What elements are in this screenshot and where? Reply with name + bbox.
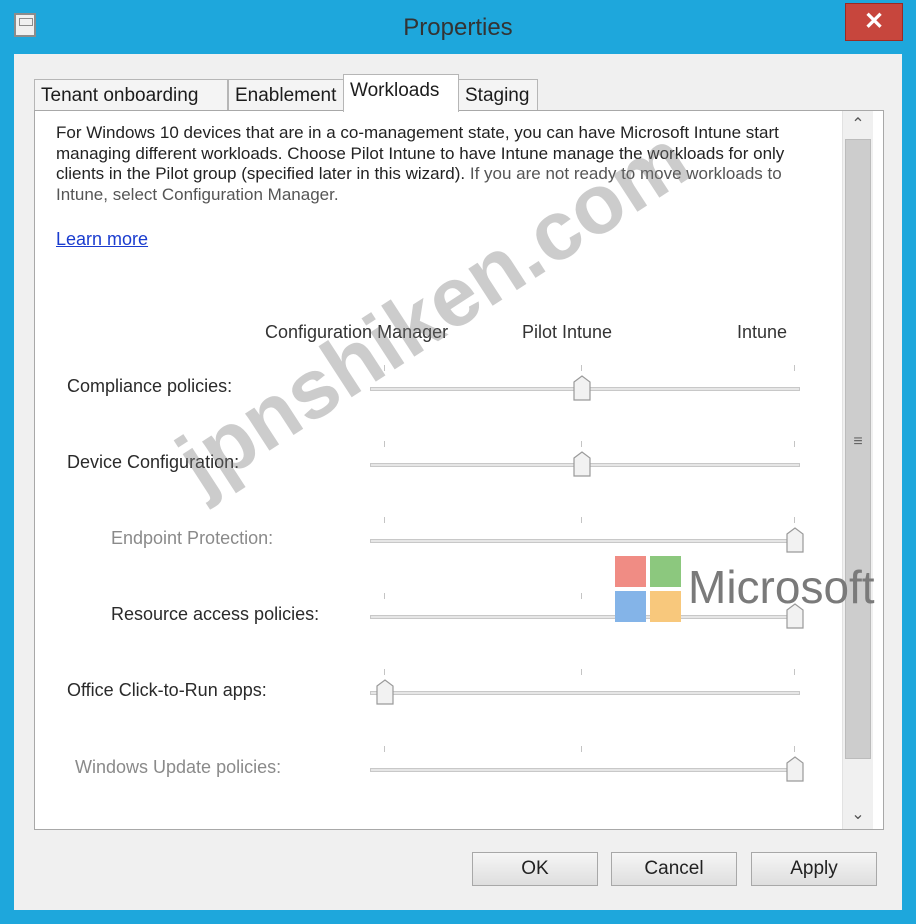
slider-tick [794, 669, 795, 675]
close-button[interactable]: ✕ [845, 3, 903, 41]
slider-tick [384, 746, 385, 752]
slider-tick [581, 669, 582, 675]
workload-label: Endpoint Protection: [111, 528, 274, 548]
workload-slider-track [370, 768, 800, 772]
workload-slider-thumb[interactable] [573, 451, 591, 477]
slider-tick [794, 746, 795, 752]
slider-tick [794, 365, 795, 371]
workload-slider-track [370, 539, 800, 543]
workload-slider-track[interactable] [370, 691, 800, 695]
workload-label: Device Configuration: [67, 452, 240, 472]
dialog-client-area: Tenant onboarding Enablement Workloads S… [14, 54, 902, 910]
workload-label: Office Click-to-Run apps: [67, 680, 267, 700]
learn-more-link[interactable]: Learn more [56, 229, 148, 250]
logo-square-green [650, 556, 681, 587]
workload-slider-thumb [786, 756, 804, 782]
logo-square-blue [615, 591, 646, 622]
title-bar[interactable]: Properties ✕ [0, 0, 916, 54]
workloads-panel: For Windows 10 devices that are in a co-… [34, 110, 884, 830]
scroll-grip-icon: ≡ [853, 433, 863, 450]
slider-tick [384, 517, 385, 523]
window-title: Properties [403, 14, 513, 41]
ok-button[interactable]: OK [472, 852, 598, 886]
cancel-button[interactable]: Cancel [611, 852, 737, 886]
slider-tick [581, 593, 582, 599]
tab-staging[interactable]: Staging [458, 79, 538, 111]
slider-tick [581, 517, 582, 523]
workload-slider-thumb [786, 527, 804, 553]
workload-label: Resource access policies: [111, 604, 320, 624]
vertical-scrollbar[interactable]: ⌃ ≡ ⌄ [842, 111, 873, 829]
workload-slider-thumb[interactable] [376, 679, 394, 705]
slider-tick [581, 746, 582, 752]
column-pilot-intune: Pilot Intune [522, 322, 613, 342]
tab-workloads[interactable]: Workloads [343, 74, 459, 112]
slider-tick [384, 593, 385, 599]
logo-square-red [615, 556, 646, 587]
slider-tick [384, 365, 385, 371]
column-intune: Intune [737, 322, 788, 342]
workload-label: Compliance policies: [67, 376, 233, 396]
slider-tick [794, 441, 795, 447]
scroll-up-arrow-icon[interactable]: ⌃ [846, 113, 870, 137]
workload-slider-track[interactable] [370, 615, 800, 619]
slider-tick [581, 441, 582, 447]
slider-tick [384, 441, 385, 447]
microsoft-logo-icon [615, 556, 681, 622]
scrollbar-thumb[interactable]: ≡ [845, 139, 871, 759]
slider-tick [384, 669, 385, 675]
scroll-down-arrow-icon[interactable]: ⌄ [846, 803, 870, 827]
workload-slider-thumb[interactable] [573, 375, 591, 401]
logo-square-yellow [650, 591, 681, 622]
slider-tick [581, 365, 582, 371]
apply-button[interactable]: Apply [751, 852, 877, 886]
description-text: For Windows 10 devices that are in a co-… [56, 123, 816, 205]
slider-tick [794, 517, 795, 523]
tab-tenant-onboarding[interactable]: Tenant onboarding [34, 79, 228, 111]
properties-window: Properties ✕ Tenant onboarding Enablemen… [0, 0, 916, 924]
workload-label: Windows Update policies: [75, 757, 282, 777]
column-configuration-manager: Configuration Manager [265, 322, 449, 342]
microsoft-wordmark: Microsoft [688, 561, 875, 613]
tab-enablement[interactable]: Enablement [228, 79, 344, 111]
